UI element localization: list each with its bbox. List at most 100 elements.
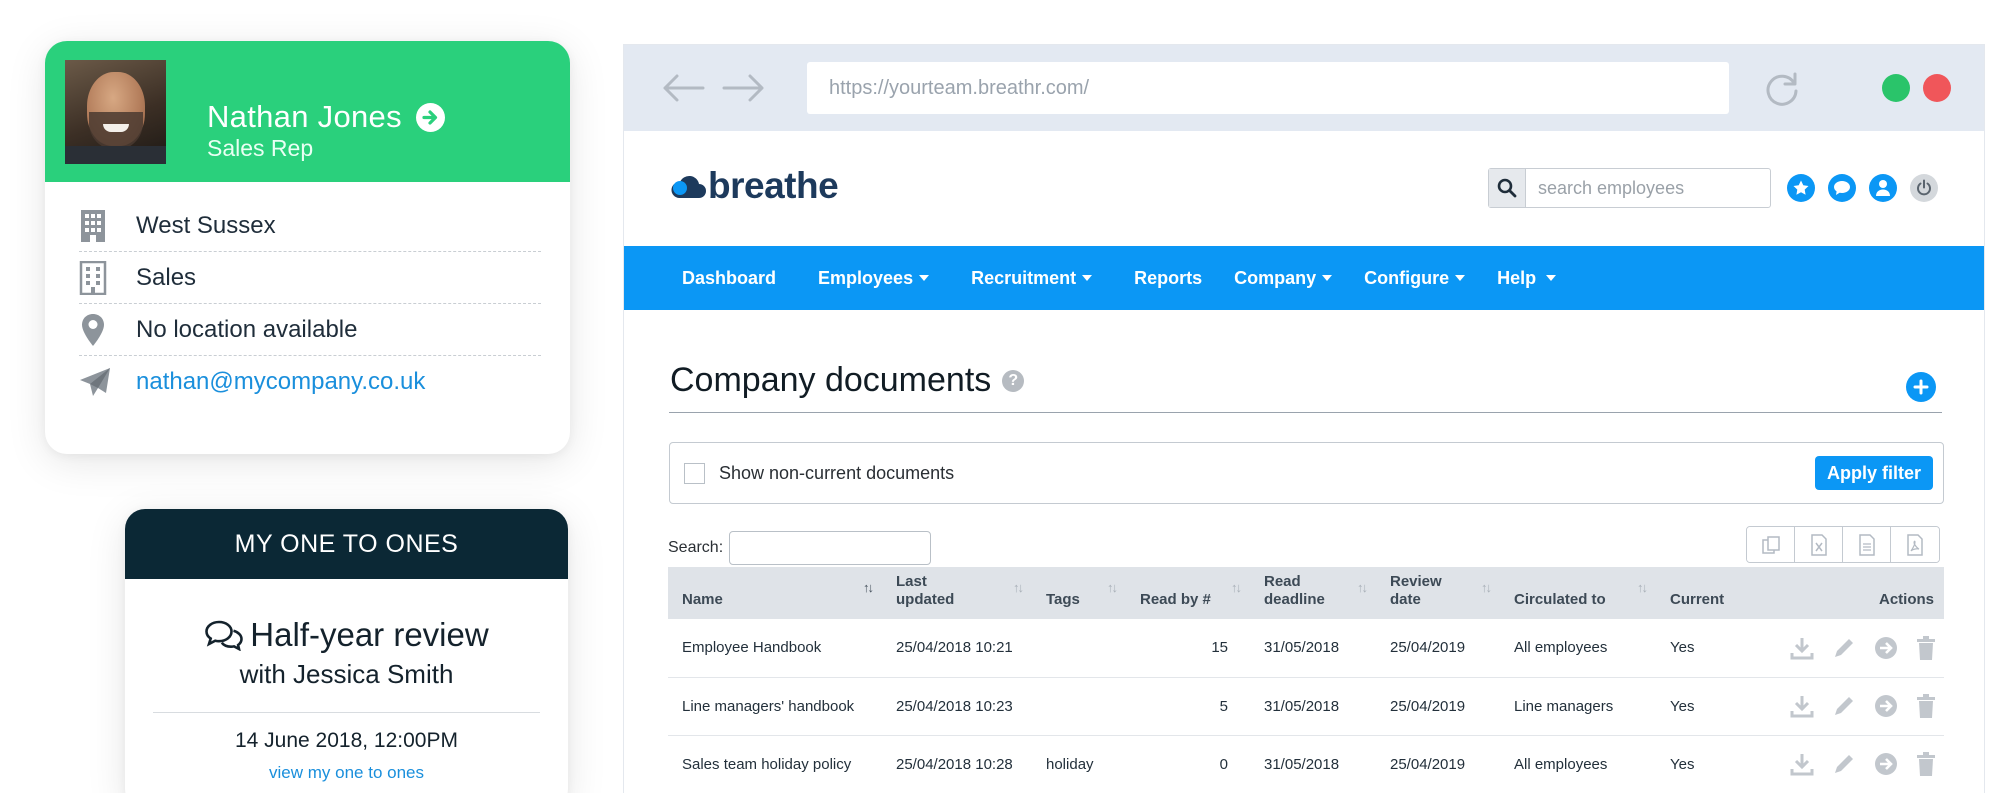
page-title: Company documents ? (670, 361, 1025, 400)
download-icon[interactable] (1790, 636, 1814, 660)
breathe-logo[interactable]: breathe (670, 165, 839, 207)
edit-pencil-icon[interactable] (1832, 752, 1856, 776)
table-row: Line managers' handbook 25/04/2018 10:23… (668, 677, 1944, 736)
one-to-ones-header: MY ONE TO ONES (125, 509, 568, 579)
cell-read-by: 15 (1126, 619, 1250, 678)
nav-company[interactable]: Company (1234, 267, 1333, 289)
column-header-current-label: Current (1670, 591, 1725, 608)
column-header-tags-label: Tags (1046, 591, 1080, 608)
table-search: Search: (668, 531, 932, 565)
download-icon[interactable] (1790, 752, 1814, 776)
nav-configure-label: Configure (1364, 267, 1450, 288)
excel-export-icon[interactable] (1795, 527, 1843, 562)
help-icon[interactable]: ? (1002, 369, 1025, 392)
cell-name[interactable]: Line managers' handbook (668, 677, 882, 736)
arrow-circle-right-icon[interactable] (1874, 636, 1898, 660)
table-search-input[interactable] (729, 531, 932, 565)
apply-filter-button[interactable]: Apply filter (1814, 456, 1933, 490)
column-header-read-deadline[interactable]: Read deadline ↑↓ (1250, 567, 1376, 619)
column-header-circulated-to[interactable]: Circulated to ↑↓ (1500, 567, 1656, 619)
nav-dashboard[interactable]: Dashboard (682, 268, 776, 289)
sort-icon[interactable]: ↑↓ (1637, 579, 1648, 597)
power-icon[interactable] (1910, 174, 1938, 202)
profile-name-text: Nathan Jones (207, 99, 402, 134)
profile-email-link[interactable]: nathan@mycompany.co.uk (136, 368, 425, 396)
column-header-name-label: Name (682, 591, 723, 608)
trash-icon[interactable] (1916, 635, 1936, 660)
profile-card: Nathan Jones Sales Rep West Sussex Sales… (45, 41, 570, 454)
cell-name[interactable]: Employee Handbook (668, 619, 882, 678)
profile-name[interactable]: Nathan Jones (207, 99, 445, 135)
nav-help[interactable]: Help (1497, 268, 1557, 289)
csv-export-icon[interactable] (1843, 527, 1891, 562)
cell-actions (1764, 677, 1944, 736)
caret-down-icon (1322, 275, 1333, 281)
one-to-ones-card: MY ONE TO ONES Half-year review with Jes… (125, 509, 568, 793)
pdf-export-icon[interactable] (1891, 527, 1939, 562)
employee-search (1488, 168, 1771, 208)
chat-icon[interactable] (1828, 174, 1856, 202)
nav-recruitment-label: Recruitment (971, 267, 1077, 288)
arrow-right-icon[interactable] (415, 102, 445, 132)
address-bar[interactable]: https://yourteam.breathr.com/ (807, 62, 1729, 114)
view-one-to-ones-link[interactable]: view my one to ones (125, 763, 568, 783)
sort-icon[interactable]: ↑↓ (1013, 579, 1024, 597)
office-icon (79, 258, 119, 298)
one-to-one-with: with Jessica Smith (239, 659, 454, 689)
caret-down-icon (1546, 275, 1557, 281)
sort-icon[interactable]: ↑↓ (1107, 579, 1118, 597)
star-icon[interactable] (1787, 174, 1815, 202)
cell-actions (1764, 619, 1944, 678)
nav-reports[interactable]: Reports (1134, 268, 1202, 289)
user-icon[interactable] (1869, 174, 1897, 202)
show-non-current-label[interactable]: Show non-current documents (719, 463, 954, 484)
arrow-circle-right-icon[interactable] (1874, 694, 1898, 718)
show-non-current-checkbox[interactable] (684, 462, 705, 484)
sort-icon[interactable]: ↑↓ (1357, 579, 1368, 597)
download-icon[interactable] (1790, 694, 1814, 718)
back-arrow-icon[interactable] (661, 71, 705, 110)
window-maximize-dot[interactable] (1882, 74, 1910, 102)
edit-pencil-icon[interactable] (1832, 636, 1856, 660)
column-header-last-updated[interactable]: Last updated ↑↓ (882, 567, 1032, 619)
forward-arrow-icon[interactable] (722, 71, 766, 110)
caret-down-icon (919, 275, 930, 281)
trash-icon[interactable] (1916, 752, 1936, 776)
cell-circulated-to: All employees (1500, 619, 1656, 678)
column-header-read-by[interactable]: Read by # ↑↓ (1126, 567, 1250, 619)
cell-last-updated: 25/04/2018 10:23 (882, 677, 1032, 736)
search-employees-input[interactable] (1526, 169, 1770, 207)
search-icon[interactable] (1489, 169, 1526, 207)
window-close-dot[interactable] (1923, 74, 1951, 102)
column-header-tags[interactable]: Tags ↑↓ (1032, 567, 1126, 619)
cell-current: Yes (1656, 619, 1764, 678)
profile-row-location: No location available (79, 304, 541, 356)
arrow-circle-right-icon[interactable] (1874, 752, 1898, 776)
profile-location: No location available (136, 315, 358, 343)
edit-pencil-icon[interactable] (1832, 694, 1856, 718)
nav-recruitment[interactable]: Recruitment (971, 267, 1093, 289)
trash-icon[interactable] (1916, 694, 1936, 718)
column-header-last-updated-label: Last updated (896, 573, 955, 608)
cell-read-deadline: 31/05/2018 (1250, 735, 1376, 793)
nav-employees[interactable]: Employees (818, 268, 930, 289)
sort-icon[interactable]: ↑↓ (1231, 579, 1242, 597)
column-header-review-date-label: Review date (1390, 573, 1442, 608)
column-header-current: Current (1656, 567, 1764, 619)
nav-reports-label: Reports (1134, 267, 1203, 288)
nav-configure[interactable]: Configure (1364, 267, 1466, 289)
cell-review-date: 25/04/2019 (1376, 677, 1500, 736)
nav-company-label: Company (1234, 267, 1317, 288)
refresh-icon[interactable] (1764, 71, 1800, 112)
avatar[interactable] (65, 60, 166, 164)
add-document-button[interactable] (1906, 372, 1936, 402)
table-header-row: Name ↑↓ Last updated ↑↓ Tags ↑↓ Read by # ↑↓… (668, 567, 1944, 619)
cell-read-deadline: 31/05/2018 (1250, 677, 1376, 736)
sort-icon[interactable]: ↑↓ (1481, 579, 1492, 597)
copy-export-icon[interactable] (1747, 527, 1795, 562)
title-divider (669, 412, 1942, 413)
cell-name[interactable]: Sales team holiday policy (668, 735, 882, 793)
sort-asc-icon[interactable]: ↑↓ (863, 579, 874, 597)
column-header-name[interactable]: Name ↑↓ (668, 567, 882, 619)
column-header-review-date[interactable]: Review date ↑↓ (1376, 567, 1500, 619)
